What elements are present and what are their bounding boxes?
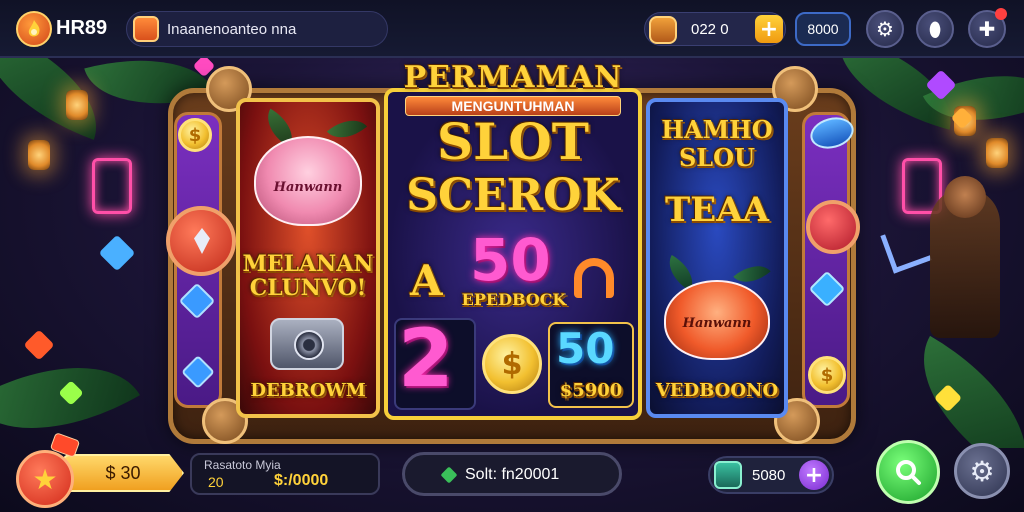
left-reel-text: MELANAN CLUNVO! bbox=[242, 251, 374, 301]
center-caption: EPEDBOCK bbox=[461, 290, 567, 309]
red-orb-icon bbox=[806, 200, 860, 254]
green-gem-icon bbox=[440, 466, 458, 484]
red-gem-icon bbox=[23, 329, 55, 361]
add-friend-button[interactable]: ✚ bbox=[968, 8, 1007, 48]
gift-value: 5080 bbox=[752, 467, 786, 484]
gear-icon: ⚙ bbox=[969, 454, 995, 488]
gems-balance[interactable]: 8000 bbox=[795, 12, 851, 46]
add-gift-button[interactable]: + bbox=[799, 460, 829, 490]
lantern-icon bbox=[986, 138, 1008, 168]
search-button[interactable] bbox=[876, 440, 940, 504]
coins-value: 022 0 bbox=[691, 21, 729, 38]
blue-gem-icon bbox=[98, 234, 136, 272]
plus-icon: ✚ bbox=[978, 17, 996, 41]
gift-balance: 5080 + bbox=[708, 456, 834, 494]
add-coins-button[interactable]: + bbox=[755, 15, 783, 43]
treasure-chest-icon bbox=[649, 16, 677, 44]
gift-box-icon bbox=[714, 461, 742, 489]
left-reel-bottom-text: DEBROWM bbox=[250, 380, 366, 401]
rose-label: Hanwann bbox=[273, 180, 343, 195]
slot-title-line2: SCEROK bbox=[406, 170, 620, 221]
info-right-value: $:/0000 bbox=[274, 472, 329, 489]
chest-icon bbox=[133, 16, 159, 42]
settings-gear-button[interactable]: ⚙ bbox=[866, 10, 904, 48]
coin-icon: $ bbox=[178, 118, 212, 152]
search-input[interactable] bbox=[167, 18, 377, 40]
rose-label: Hanwann bbox=[682, 316, 752, 331]
brand-name: HR89 bbox=[56, 17, 108, 39]
blue-caption: $5900 bbox=[559, 380, 623, 401]
dollar-coin-icon: $ bbox=[482, 334, 542, 394]
pink-2-symbol: 2 bbox=[398, 312, 454, 405]
search-box[interactable] bbox=[126, 11, 388, 47]
right-reel-bottom-text: VEDBOONO bbox=[655, 380, 779, 401]
flame-logo-icon[interactable] bbox=[16, 11, 52, 47]
blue-50-symbol: 50 bbox=[556, 324, 615, 373]
info-left-value: 20 bbox=[208, 474, 224, 490]
character-head bbox=[944, 176, 986, 218]
diamond-icon bbox=[194, 228, 210, 254]
shield-icon: ⬮ bbox=[928, 17, 942, 41]
notification-dot bbox=[995, 8, 1007, 20]
camera-icon bbox=[270, 318, 344, 370]
right-reel-title: HAMHO SLOU bbox=[661, 115, 773, 172]
top-bar: HR89 022 0 + 8000 ⚙ ⬮ ✚ bbox=[0, 0, 1024, 58]
red-orb-icon bbox=[166, 206, 236, 276]
crystal-icon bbox=[880, 222, 932, 274]
info-panel: Rasatoto Myia 20 $:/0000 bbox=[190, 453, 380, 495]
right-reel-subtitle: TEAA bbox=[665, 190, 769, 230]
star-icon: ★ bbox=[32, 462, 58, 496]
coins-balance: 022 0 + bbox=[644, 12, 786, 46]
settings-button[interactable]: ⚙ bbox=[954, 443, 1010, 499]
camera-lens bbox=[294, 330, 324, 360]
slot-title-line1: SLOT bbox=[436, 112, 590, 171]
balance-display[interactable]: $ 30 bbox=[62, 454, 184, 492]
magnifier-icon bbox=[896, 460, 921, 485]
pink-50-symbol: 50 bbox=[470, 226, 551, 294]
letter-a-symbol: A bbox=[410, 256, 443, 305]
info-label: Rasatoto Myia bbox=[204, 458, 281, 472]
spin-bar[interactable]: Solt: fn20001 bbox=[402, 452, 622, 496]
coin-icon: $ bbox=[808, 356, 846, 394]
spin-text: Solt: fn20001 bbox=[465, 466, 560, 483]
lantern-icon bbox=[66, 90, 88, 120]
game-title: PERMAMAN bbox=[403, 60, 623, 95]
star-button[interactable]: ★ bbox=[16, 450, 74, 508]
shield-button[interactable]: ⬮ bbox=[916, 10, 954, 48]
neon-sign bbox=[92, 158, 132, 214]
gear-icon: ⚙ bbox=[876, 17, 894, 41]
lantern-icon bbox=[28, 140, 50, 170]
